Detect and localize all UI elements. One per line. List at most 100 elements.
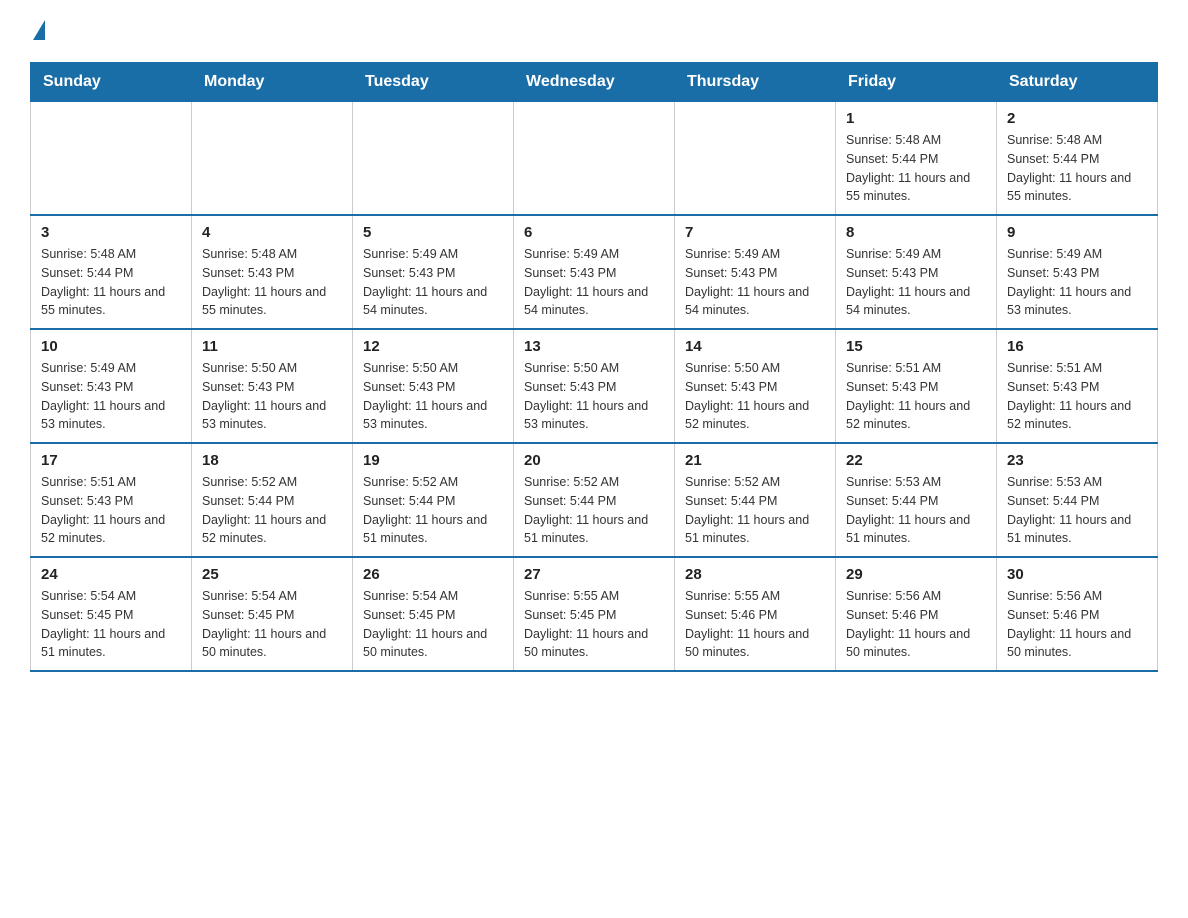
day-info: Sunrise: 5:54 AMSunset: 5:45 PMDaylight:… [202, 587, 342, 662]
day-number: 4 [202, 224, 342, 241]
day-number: 27 [524, 566, 664, 583]
column-header-sunday: Sunday [31, 63, 192, 102]
day-info: Sunrise: 5:52 AMSunset: 5:44 PMDaylight:… [685, 473, 825, 548]
day-info: Sunrise: 5:51 AMSunset: 5:43 PMDaylight:… [846, 359, 986, 434]
day-info: Sunrise: 5:51 AMSunset: 5:43 PMDaylight:… [1007, 359, 1147, 434]
page-header [30, 20, 1158, 42]
calendar-cell: 1 Sunrise: 5:48 AMSunset: 5:44 PMDaylight… [836, 102, 997, 216]
calendar-cell: 18 Sunrise: 5:52 AMSunset: 5:44 PMDayligh… [192, 443, 353, 557]
day-info: Sunrise: 5:53 AMSunset: 5:44 PMDaylight:… [1007, 473, 1147, 548]
day-number: 25 [202, 566, 342, 583]
day-info: Sunrise: 5:49 AMSunset: 5:43 PMDaylight:… [41, 359, 181, 434]
day-number: 21 [685, 452, 825, 469]
calendar-cell: 7Sunrise: 5:49 AMSunset: 5:43 PMDaylight… [675, 215, 836, 329]
day-info: Sunrise: 5:50 AMSunset: 5:43 PMDaylight:… [685, 359, 825, 434]
day-number: 8 [846, 224, 986, 241]
calendar-week-3: 10 Sunrise: 5:49 AMSunset: 5:43 PMDayligh… [31, 329, 1158, 443]
calendar-week-4: 17 Sunrise: 5:51 AMSunset: 5:43 PMDayligh… [31, 443, 1158, 557]
calendar-cell: 13 Sunrise: 5:50 AMSunset: 5:43 PMDayligh… [514, 329, 675, 443]
calendar-cell: 29 Sunrise: 5:56 AMSunset: 5:46 PMDayligh… [836, 557, 997, 671]
day-info: Sunrise: 5:49 AMSunset: 5:43 PMDaylight:… [1007, 245, 1147, 320]
calendar-cell [353, 102, 514, 216]
day-number: 18 [202, 452, 342, 469]
calendar-cell: 30Sunrise: 5:56 AMSunset: 5:46 PMDayligh… [997, 557, 1158, 671]
day-number: 16 [1007, 338, 1147, 355]
calendar-cell: 25 Sunrise: 5:54 AMSunset: 5:45 PMDayligh… [192, 557, 353, 671]
calendar-week-2: 3 Sunrise: 5:48 AMSunset: 5:44 PMDaylight… [31, 215, 1158, 329]
calendar-cell: 26 Sunrise: 5:54 AMSunset: 5:45 PMDayligh… [353, 557, 514, 671]
day-info: Sunrise: 5:51 AMSunset: 5:43 PMDaylight:… [41, 473, 181, 548]
day-number: 19 [363, 452, 503, 469]
day-number: 23 [1007, 452, 1147, 469]
day-number: 1 [846, 110, 986, 127]
calendar-cell [31, 102, 192, 216]
calendar-cell: 20 Sunrise: 5:52 AMSunset: 5:44 PMDayligh… [514, 443, 675, 557]
calendar-header-row: SundayMondayTuesdayWednesdayThursdayFrid… [31, 63, 1158, 102]
day-number: 28 [685, 566, 825, 583]
day-number: 26 [363, 566, 503, 583]
calendar-cell: 4 Sunrise: 5:48 AMSunset: 5:43 PMDaylight… [192, 215, 353, 329]
column-header-monday: Monday [192, 63, 353, 102]
day-number: 24 [41, 566, 181, 583]
column-header-tuesday: Tuesday [353, 63, 514, 102]
calendar-cell: 6 Sunrise: 5:49 AMSunset: 5:43 PMDaylight… [514, 215, 675, 329]
column-header-friday: Friday [836, 63, 997, 102]
day-info: Sunrise: 5:48 AMSunset: 5:44 PMDaylight:… [846, 131, 986, 206]
day-number: 14 [685, 338, 825, 355]
day-number: 20 [524, 452, 664, 469]
day-info: Sunrise: 5:50 AMSunset: 5:43 PMDaylight:… [363, 359, 503, 434]
logo [30, 20, 45, 42]
day-info: Sunrise: 5:54 AMSunset: 5:45 PMDaylight:… [363, 587, 503, 662]
calendar-cell: 8 Sunrise: 5:49 AMSunset: 5:43 PMDaylight… [836, 215, 997, 329]
day-info: Sunrise: 5:48 AMSunset: 5:43 PMDaylight:… [202, 245, 342, 320]
day-number: 5 [363, 224, 503, 241]
calendar-cell: 5Sunrise: 5:49 AMSunset: 5:43 PMDaylight… [353, 215, 514, 329]
day-info: Sunrise: 5:54 AMSunset: 5:45 PMDaylight:… [41, 587, 181, 662]
day-number: 30 [1007, 566, 1147, 583]
calendar-cell: 21 Sunrise: 5:52 AMSunset: 5:44 PMDayligh… [675, 443, 836, 557]
calendar-cell: 16 Sunrise: 5:51 AMSunset: 5:43 PMDayligh… [997, 329, 1158, 443]
day-number: 7 [685, 224, 825, 241]
day-number: 11 [202, 338, 342, 355]
day-number: 29 [846, 566, 986, 583]
calendar-cell: 12 Sunrise: 5:50 AMSunset: 5:43 PMDayligh… [353, 329, 514, 443]
calendar-cell [192, 102, 353, 216]
day-info: Sunrise: 5:49 AMSunset: 5:43 PMDaylight:… [846, 245, 986, 320]
calendar-cell: 24 Sunrise: 5:54 AMSunset: 5:45 PMDayligh… [31, 557, 192, 671]
day-info: Sunrise: 5:48 AMSunset: 5:44 PMDaylight:… [1007, 131, 1147, 206]
logo-triangle-icon [33, 20, 45, 40]
day-number: 13 [524, 338, 664, 355]
column-header-wednesday: Wednesday [514, 63, 675, 102]
calendar-cell: 2 Sunrise: 5:48 AMSunset: 5:44 PMDaylight… [997, 102, 1158, 216]
day-info: Sunrise: 5:53 AMSunset: 5:44 PMDaylight:… [846, 473, 986, 548]
calendar-table: SundayMondayTuesdayWednesdayThursdayFrid… [30, 62, 1158, 672]
day-number: 12 [363, 338, 503, 355]
calendar-cell: 27Sunrise: 5:55 AMSunset: 5:45 PMDayligh… [514, 557, 675, 671]
day-info: Sunrise: 5:56 AMSunset: 5:46 PMDaylight:… [846, 587, 986, 662]
calendar-cell: 23 Sunrise: 5:53 AMSunset: 5:44 PMDayligh… [997, 443, 1158, 557]
day-number: 10 [41, 338, 181, 355]
day-info: Sunrise: 5:50 AMSunset: 5:43 PMDaylight:… [524, 359, 664, 434]
day-number: 3 [41, 224, 181, 241]
day-number: 2 [1007, 110, 1147, 127]
day-info: Sunrise: 5:52 AMSunset: 5:44 PMDaylight:… [202, 473, 342, 548]
day-info: Sunrise: 5:48 AMSunset: 5:44 PMDaylight:… [41, 245, 181, 320]
day-number: 15 [846, 338, 986, 355]
day-info: Sunrise: 5:52 AMSunset: 5:44 PMDaylight:… [524, 473, 664, 548]
day-number: 6 [524, 224, 664, 241]
day-number: 17 [41, 452, 181, 469]
calendar-cell: 9Sunrise: 5:49 AMSunset: 5:43 PMDaylight… [997, 215, 1158, 329]
calendar-cell: 10 Sunrise: 5:49 AMSunset: 5:43 PMDayligh… [31, 329, 192, 443]
day-info: Sunrise: 5:55 AMSunset: 5:46 PMDaylight:… [685, 587, 825, 662]
calendar-cell [675, 102, 836, 216]
calendar-cell: 28 Sunrise: 5:55 AMSunset: 5:46 PMDayligh… [675, 557, 836, 671]
day-info: Sunrise: 5:49 AMSunset: 5:43 PMDaylight:… [524, 245, 664, 320]
column-header-thursday: Thursday [675, 63, 836, 102]
calendar-cell: 19 Sunrise: 5:52 AMSunset: 5:44 PMDayligh… [353, 443, 514, 557]
calendar-cell: 11 Sunrise: 5:50 AMSunset: 5:43 PMDayligh… [192, 329, 353, 443]
calendar-cell: 14 Sunrise: 5:50 AMSunset: 5:43 PMDayligh… [675, 329, 836, 443]
column-header-saturday: Saturday [997, 63, 1158, 102]
day-info: Sunrise: 5:52 AMSunset: 5:44 PMDaylight:… [363, 473, 503, 548]
calendar-week-1: 1 Sunrise: 5:48 AMSunset: 5:44 PMDaylight… [31, 102, 1158, 216]
day-info: Sunrise: 5:50 AMSunset: 5:43 PMDaylight:… [202, 359, 342, 434]
